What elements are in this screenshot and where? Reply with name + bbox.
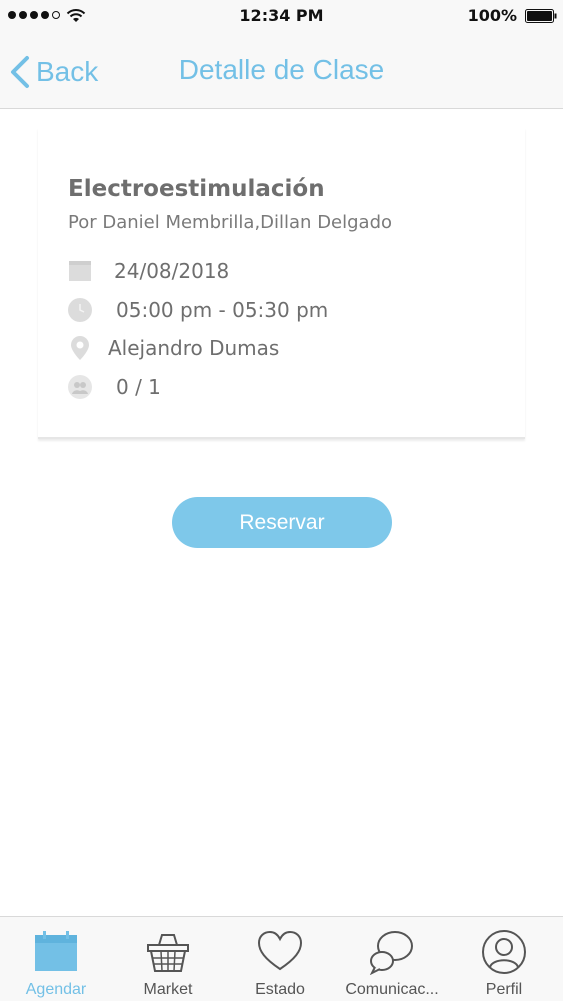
- class-time-row: 05:00 pm - 05:30 pm: [68, 298, 328, 322]
- calendar-icon: [68, 259, 92, 283]
- tab-market[interactable]: Market: [112, 917, 224, 1001]
- heart-icon: [257, 930, 303, 971]
- navigation-bar: Back Detalle de Clase: [0, 32, 563, 109]
- location-pin-icon: [68, 336, 92, 360]
- tab-label: Market: [143, 981, 193, 998]
- tab-agendar[interactable]: Agendar: [0, 917, 112, 1001]
- chat-bubbles-icon: [369, 931, 413, 975]
- tab-perfil[interactable]: Perfil: [448, 917, 560, 1001]
- basket-icon: [147, 934, 189, 972]
- class-capacity: 0 / 1: [116, 375, 161, 399]
- class-location-row: Alejandro Dumas: [68, 336, 279, 360]
- tab-bar: Agendar Market Estado Comunicac... Perfi…: [0, 916, 563, 1001]
- class-time: 05:00 pm - 05:30 pm: [116, 298, 329, 322]
- class-date: 24/08/2018: [114, 259, 230, 283]
- class-location: Alejandro Dumas: [108, 336, 280, 360]
- tab-label: Perfil: [485, 981, 523, 998]
- calendar-icon: [35, 931, 77, 971]
- class-instructors: Por Daniel Membrilla,Dillan Delgado: [68, 212, 393, 233]
- class-detail-card: Electroestimulación Por Daniel Membrilla…: [38, 128, 525, 439]
- tab-label: Agendar: [25, 981, 87, 998]
- tab-label: Estado: [255, 981, 305, 998]
- battery-percentage: 100%: [467, 6, 517, 25]
- user-icon: [482, 930, 526, 974]
- battery-icon: [525, 9, 557, 23]
- tab-label: Comunicac...: [345, 981, 439, 998]
- class-title: Electroestimulación: [68, 176, 325, 202]
- tab-estado[interactable]: Estado: [224, 917, 336, 1001]
- class-capacity-row: 0 / 1: [68, 375, 161, 399]
- clock-icon: [68, 298, 92, 322]
- tab-comunicaciones[interactable]: Comunicac...: [336, 917, 448, 1001]
- status-bar: 12:34 PM 100%: [0, 0, 563, 32]
- class-date-row: 24/08/2018: [68, 259, 229, 283]
- users-icon: [68, 375, 92, 399]
- page-title: Detalle de Clase: [178, 54, 385, 85]
- reserve-button[interactable]: Reservar: [172, 497, 392, 548]
